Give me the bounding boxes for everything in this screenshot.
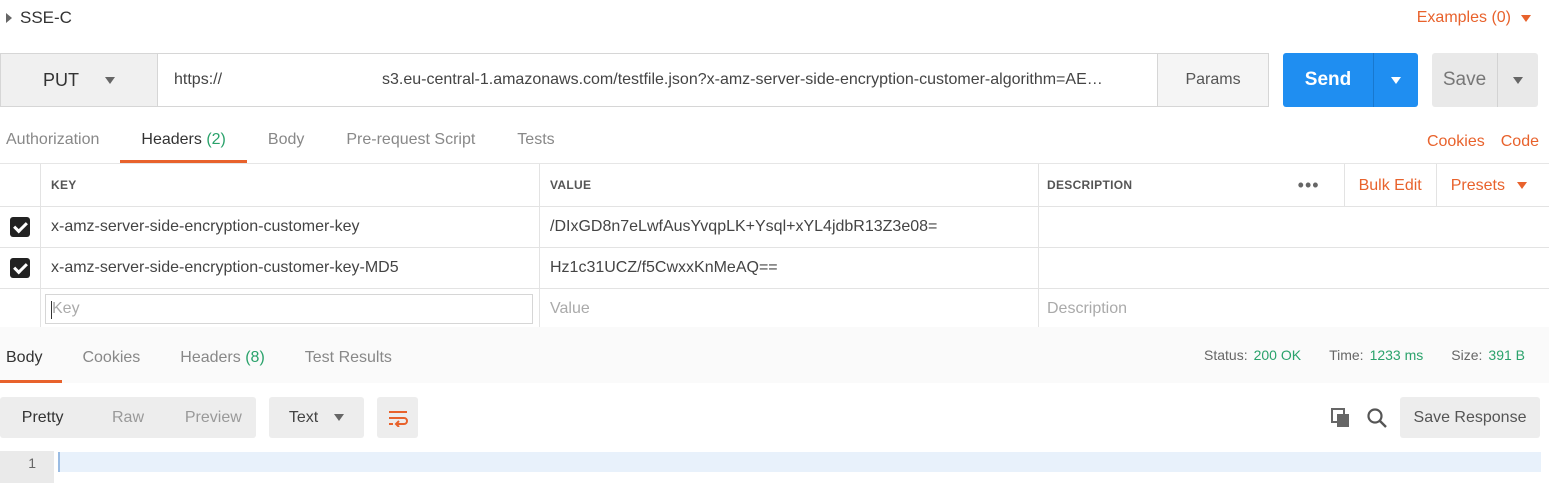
tab-response-headers-label: Headers — [180, 349, 241, 366]
line-number: 1 — [28, 455, 36, 471]
tab-response-body[interactable]: Body — [0, 330, 63, 383]
request-links: Cookies Code — [1427, 133, 1539, 151]
save-label: Save — [1442, 69, 1487, 90]
presets-dropdown[interactable]: Presets — [1437, 177, 1527, 195]
url-bar: PUT https:// s3.eu-central-1.amazonaws.c… — [0, 53, 1269, 107]
table-header-row: KEY VALUE DESCRIPTION ••• Bulk Edit Pres… — [0, 164, 1549, 207]
table-row: x-amz-server-side-encryption-customer-ke… — [0, 207, 1549, 248]
response-tabs: Body Cookies Headers (8) Test Results — [0, 330, 412, 383]
chevron-down-icon — [1517, 182, 1527, 189]
chevron-down-icon — [105, 76, 115, 84]
column-key: KEY — [41, 164, 540, 206]
cookies-link[interactable]: Cookies — [1427, 133, 1485, 151]
chevron-down-icon — [1521, 14, 1531, 22]
examples-dropdown[interactable]: Examples (0) — [1417, 9, 1531, 27]
format-select[interactable]: Text — [269, 397, 364, 438]
value-input[interactable]: Value — [540, 289, 1039, 328]
tab-headers-label: Headers — [141, 131, 202, 148]
size-label: Size: — [1451, 347, 1483, 363]
row-check-cell — [0, 207, 41, 247]
save-dropdown[interactable] — [1497, 53, 1538, 107]
examples-label: Examples (0) — [1416, 9, 1511, 26]
table-tools: ••• Bulk Edit Presets — [1274, 164, 1527, 207]
preview-button[interactable]: Preview — [171, 397, 256, 438]
check-icon — [12, 259, 28, 274]
expand-triangle-icon[interactable] — [6, 13, 12, 23]
url-rest: s3.eu-central-1.amazonaws.com/testfile.j… — [382, 71, 1103, 88]
tab-test-results[interactable]: Test Results — [285, 330, 412, 383]
new-key-cell: Key — [41, 289, 540, 328]
table-row: x-amz-server-side-encryption-customer-ke… — [0, 248, 1549, 289]
tab-authorization[interactable]: Authorization — [0, 123, 120, 163]
save-button[interactable]: Save — [1432, 53, 1538, 107]
tab-body[interactable]: Body — [247, 123, 325, 163]
key-placeholder: Key — [52, 299, 80, 317]
row-check-cell — [0, 248, 41, 288]
status-item[interactable]: Status: 200 OK — [1204, 347, 1301, 363]
method-label: PUT — [43, 69, 79, 90]
row-check-cell — [0, 289, 41, 328]
raw-button[interactable]: Raw — [85, 397, 170, 438]
pretty-button[interactable]: Pretty — [0, 397, 85, 438]
status-value: 200 OK — [1253, 347, 1302, 363]
description-input[interactable]: Description — [1039, 289, 1549, 328]
key-input[interactable]: Key — [45, 293, 533, 324]
header-description-cell[interactable] — [1039, 248, 1549, 288]
row-checkbox[interactable] — [10, 217, 30, 237]
chevron-down-icon — [1513, 76, 1523, 84]
size-value: 391 B — [1488, 347, 1525, 363]
line-number-gutter: 1 — [0, 451, 54, 483]
tab-pre-request-script[interactable]: Pre-request Script — [325, 123, 496, 163]
tab-response-headers-count: (8) — [245, 349, 265, 366]
redacted-region — [222, 75, 383, 85]
check-icon — [12, 218, 28, 233]
row-checkbox[interactable] — [10, 258, 30, 278]
chevron-down-icon — [1391, 76, 1401, 84]
header-check-cell — [0, 164, 41, 206]
time-value: 1233 ms — [1369, 347, 1424, 363]
tab-response-headers[interactable]: Headers (8) — [160, 330, 285, 383]
tab-tests[interactable]: Tests — [496, 123, 575, 163]
search-icon[interactable] — [1366, 407, 1388, 429]
status-label: Status: — [1204, 347, 1248, 363]
wrap-lines-button[interactable] — [377, 397, 418, 438]
tab-headers-count: (2) — [206, 131, 226, 148]
code-link[interactable]: Code — [1501, 133, 1539, 151]
presets-label: Presets — [1450, 176, 1505, 194]
bulk-edit-link[interactable]: Bulk Edit — [1345, 164, 1437, 207]
url-prefix: https:// — [174, 71, 223, 88]
header-value-cell[interactable]: Hz1c31UCZ/f5CwxxKnMeAQ== — [540, 248, 1039, 288]
url-input[interactable]: https:// s3.eu-central-1.amazonaws.com/t… — [158, 54, 1157, 106]
header-value-cell[interactable]: /DIxGD8n7eLwfAusYvqpLK+Ysql+xYL4jdbR13Z3… — [540, 207, 1039, 247]
time-label: Time: — [1329, 347, 1364, 363]
view-mode-group: Pretty Raw Preview — [0, 397, 256, 438]
header-key-cell[interactable]: x-amz-server-side-encryption-customer-ke… — [41, 248, 540, 288]
send-dropdown[interactable] — [1373, 53, 1418, 107]
send-button[interactable]: Send — [1283, 53, 1418, 107]
tab-response-cookies[interactable]: Cookies — [62, 330, 160, 383]
request-name: SSE-C — [20, 8, 72, 27]
send-label: Send — [1304, 69, 1352, 90]
column-value: VALUE — [540, 164, 1039, 206]
response-status: Status: 200 OK Time: 1233 ms Size: 391 B — [1204, 347, 1525, 363]
chevron-down-icon — [334, 414, 345, 421]
editor-active-line[interactable] — [58, 452, 1541, 472]
tab-headers[interactable]: Headers (2) — [120, 123, 247, 163]
method-select[interactable]: PUT — [1, 54, 158, 106]
request-title[interactable]: SSE-C — [6, 8, 72, 28]
wrap-lines-icon — [388, 410, 408, 427]
time-item[interactable]: Time: 1233 ms — [1329, 347, 1423, 363]
request-tabs: Authorization Headers (2) Body Pre-reque… — [0, 123, 576, 163]
copy-icon[interactable] — [1330, 407, 1352, 429]
new-header-row: Key Value Description — [0, 289, 1549, 329]
format-label: Text — [288, 408, 319, 426]
header-description-cell[interactable] — [1039, 207, 1549, 247]
save-response-button[interactable]: Save Response — [1400, 397, 1540, 438]
header-key-cell[interactable]: x-amz-server-side-encryption-customer-ke… — [41, 207, 540, 247]
text-cursor — [51, 300, 52, 319]
size-item[interactable]: Size: 391 B — [1451, 347, 1525, 363]
headers-table: KEY VALUE DESCRIPTION ••• Bulk Edit Pres… — [0, 164, 1549, 329]
params-button[interactable]: Params — [1157, 54, 1268, 106]
more-options-icon[interactable]: ••• — [1274, 164, 1345, 207]
